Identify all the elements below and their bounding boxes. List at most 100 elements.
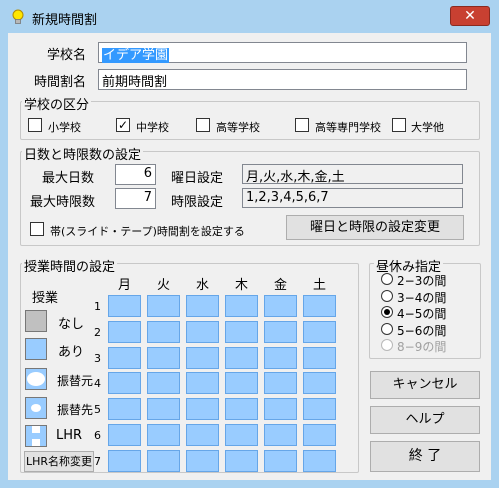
timetable-cell[interactable] <box>264 424 297 446</box>
timetable-name-value: 前期時間割 <box>102 75 168 90</box>
legend-swap-from-label: 振替元 <box>57 374 94 388</box>
school-type-checkbox-elementary[interactable] <box>28 118 42 132</box>
school-type-checkbox-high-school[interactable] <box>196 118 210 132</box>
legend-title: 授業 <box>32 291 59 306</box>
timetable-cell[interactable] <box>264 398 297 421</box>
school-type-label-university: 大学他 <box>411 121 444 134</box>
weekday-setting-value: 月,火,水,木,金,土 <box>246 170 345 185</box>
lhr-rename-label: LHR名称変更 <box>25 455 93 468</box>
timetable-cell[interactable] <box>264 346 297 369</box>
timetable-cell[interactable] <box>147 424 180 446</box>
period-number: 7 <box>94 454 101 468</box>
school-name-label: 学校名 <box>47 48 87 63</box>
change-weekday-period-button[interactable]: 曜日と時限の設定変更 <box>286 215 464 240</box>
timetable-cell[interactable] <box>108 424 141 446</box>
cancel-label: キャンセル <box>392 377 458 392</box>
period-number: 3 <box>94 351 101 365</box>
timetable-name-label: 時間割名 <box>34 75 87 90</box>
timetable-name-input[interactable]: 前期時間割 <box>98 69 467 90</box>
timetable-cell[interactable] <box>186 372 219 395</box>
timetable-cell[interactable] <box>108 346 141 369</box>
timetable-cell[interactable] <box>303 398 336 421</box>
close-button[interactable]: ✕ <box>450 6 490 26</box>
lunch-radio[interactable] <box>381 289 393 302</box>
timetable-cell[interactable] <box>303 424 336 446</box>
help-button[interactable]: ヘルプ <box>370 406 480 434</box>
timetable-cell[interactable] <box>303 346 336 369</box>
cancel-button[interactable]: キャンセル <box>370 371 480 399</box>
timetable-cell[interactable] <box>264 449 297 472</box>
period-setting-value: 1,2,3,4,5,6,7 <box>246 190 329 205</box>
timetable-cell[interactable] <box>147 346 180 369</box>
timetable-cell[interactable] <box>225 320 258 343</box>
timetable-cell[interactable] <box>147 295 180 317</box>
day-header: 土 <box>312 278 326 293</box>
timetable-cell[interactable] <box>186 424 219 446</box>
period-setting-field: 1,2,3,4,5,6,7 <box>242 188 463 208</box>
timetable-cell[interactable] <box>186 320 219 343</box>
timetable-cell[interactable] <box>108 372 141 395</box>
lunch-radio[interactable] <box>381 273 393 285</box>
timetable-cell[interactable] <box>303 295 336 317</box>
timetable-cell[interactable] <box>147 372 180 395</box>
timetable-cell[interactable] <box>303 449 336 472</box>
timetable-cell[interactable] <box>225 398 258 421</box>
timetable-cell[interactable] <box>225 372 258 395</box>
timetable-cell[interactable] <box>225 449 258 472</box>
max-days-label: 最大日数 <box>42 171 95 186</box>
timetable-cell[interactable] <box>186 346 219 369</box>
timetable-cell[interactable] <box>264 320 297 343</box>
school-type-label-technical-college: 高等専門学校 <box>315 121 381 134</box>
swap-to-icon <box>25 397 47 419</box>
change-weekday-period-label: 曜日と時限の設定変更 <box>309 220 440 235</box>
timetable-cell[interactable] <box>225 295 258 317</box>
legend-yes-swatch <box>25 338 47 360</box>
legend-none-swatch <box>25 310 47 332</box>
timetable-cell[interactable] <box>147 449 180 472</box>
swap-from-icon <box>25 368 47 390</box>
timetable-cell[interactable] <box>225 346 258 369</box>
strip-timetable-checkbox[interactable] <box>30 222 44 236</box>
school-type-label-high-school: 高等学校 <box>216 121 260 134</box>
timetable-cell[interactable] <box>303 320 336 343</box>
finish-button[interactable]: 終 了 <box>370 441 480 472</box>
dialog-body: 学校名 イデア学園 時間割名 前期時間割 学校の区分 小学校 ✓ 中学校 高等学… <box>8 33 491 480</box>
day-header: 火 <box>156 278 170 293</box>
timetable-cell[interactable] <box>225 424 258 446</box>
lunch-radio[interactable] <box>381 306 393 318</box>
close-icon: ✕ <box>464 8 476 24</box>
timetable-cell[interactable] <box>147 398 180 421</box>
timetable-cell[interactable] <box>147 320 180 343</box>
school-type-checkbox-technical-college[interactable] <box>295 118 309 132</box>
period-number: 1 <box>94 300 101 313</box>
day-header: 水 <box>195 278 209 293</box>
timetable-cell[interactable] <box>303 372 336 395</box>
strip-timetable-label: 帯(スライド・テープ)時間割を設定する <box>50 225 245 238</box>
timetable-cell[interactable] <box>108 398 141 421</box>
period-number: 5 <box>94 403 101 417</box>
max-periods-value: 7 <box>143 190 152 205</box>
lhr-icon <box>25 425 47 447</box>
period-number: 6 <box>94 429 101 442</box>
school-type-checkbox-junior-high[interactable]: ✓ <box>116 118 130 132</box>
day-header: 金 <box>273 278 287 293</box>
timetable-cell[interactable] <box>186 398 219 421</box>
timetable-cell[interactable] <box>108 320 141 343</box>
max-days-value: 6 <box>143 166 152 181</box>
school-type-checkbox-university[interactable] <box>392 118 406 132</box>
timetable-cell[interactable] <box>108 295 141 317</box>
lhr-rename-button[interactable]: LHR名称変更 <box>24 451 94 472</box>
period-setting-label: 時限設定 <box>171 195 224 210</box>
max-periods-input[interactable]: 7 <box>115 188 156 209</box>
finish-label: 終 了 <box>408 448 442 464</box>
timetable-cell[interactable] <box>264 372 297 395</box>
max-periods-label: 最大時限数 <box>30 195 96 210</box>
max-days-input[interactable]: 6 <box>115 164 156 185</box>
timetable-cell[interactable] <box>108 449 141 472</box>
timetable-cell[interactable] <box>186 449 219 472</box>
timetable-cell[interactable] <box>186 295 219 317</box>
lunch-radio[interactable] <box>381 322 393 335</box>
school-name-input[interactable]: イデア学園 <box>98 42 467 63</box>
period-number: 4 <box>94 377 101 391</box>
timetable-cell[interactable] <box>264 295 297 317</box>
